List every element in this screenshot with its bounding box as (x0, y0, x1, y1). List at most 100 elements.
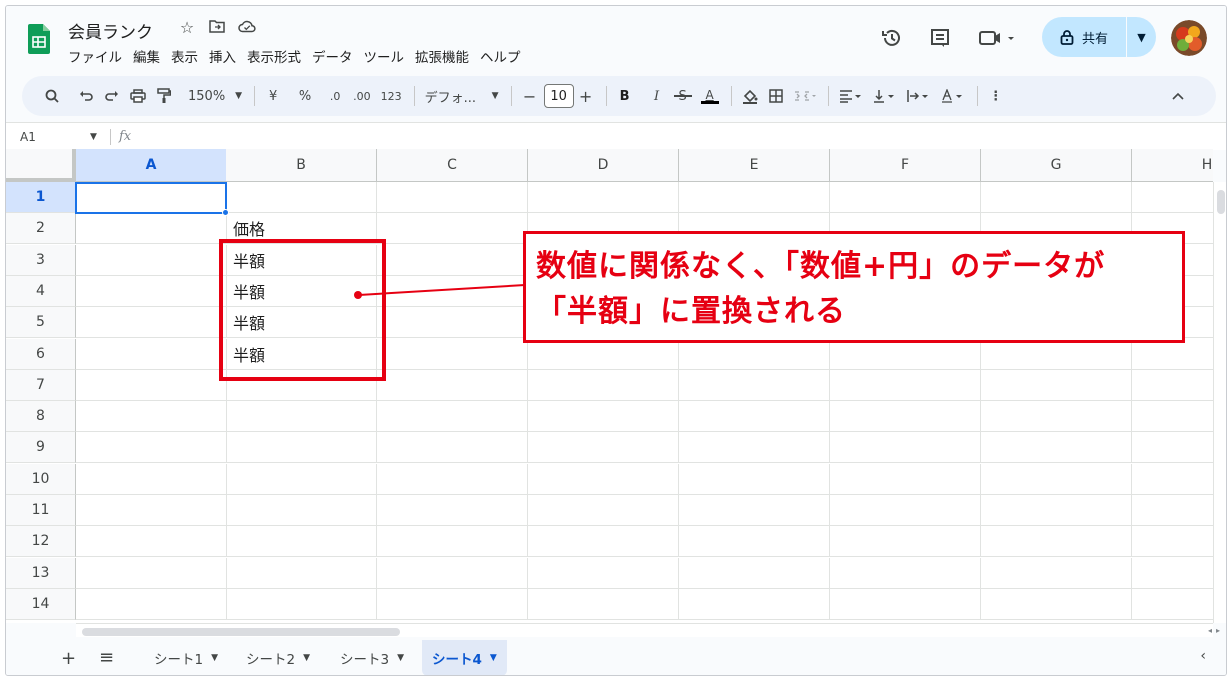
menu-edit[interactable]: 編集 (133, 46, 160, 66)
cell-g7[interactable] (981, 369, 1132, 401)
cell-b11[interactable] (226, 495, 377, 526)
decrease-decimal-button[interactable]: .0 (323, 82, 347, 110)
strikethrough-button[interactable]: S (671, 82, 695, 110)
cell-a12[interactable] (76, 526, 227, 558)
font-size-input[interactable]: 10 (543, 84, 574, 108)
cell-e12[interactable] (679, 526, 830, 558)
cell-b1[interactable] (226, 182, 377, 213)
cell-f7[interactable] (830, 369, 981, 401)
cell-e6[interactable] (679, 338, 830, 370)
menu-format[interactable]: 表示形式 (247, 46, 301, 66)
collapse-menu-icon[interactable] (1166, 82, 1190, 110)
formula-input[interactable] (141, 127, 1226, 147)
cell-d14[interactable] (528, 588, 679, 620)
borders-icon[interactable] (764, 82, 788, 110)
text-wrapping-icon[interactable] (903, 82, 935, 110)
row-header-13[interactable]: 13 (6, 557, 76, 589)
cell-g13[interactable] (981, 557, 1132, 589)
meet-icon[interactable] (976, 24, 1020, 52)
chevron-left-icon[interactable]: ‹ (1200, 648, 1206, 664)
cell-f14[interactable] (830, 588, 981, 620)
scroll-arrows[interactable]: ◂ ▸ (1208, 626, 1220, 635)
version-history-icon[interactable] (878, 24, 906, 52)
cell-h14[interactable] (1132, 589, 1213, 620)
row-header-11[interactable]: 11 (6, 495, 76, 526)
cell-d13[interactable] (528, 557, 679, 589)
share-dropdown-icon[interactable]: ▼ (1127, 31, 1156, 44)
cell-e7[interactable] (679, 369, 830, 401)
cell-b10[interactable] (226, 463, 377, 495)
vertical-scrollbar[interactable] (1213, 182, 1226, 623)
row-header-12[interactable]: 12 (6, 526, 76, 558)
fill-handle[interactable] (222, 209, 229, 216)
cell-grid[interactable]: A B C D E F G H 1 2 価格 3 半額 4 半額 5 半額 6 半額 7 8 9 10 11 12 13 14 (6, 149, 1213, 623)
row-header-1[interactable]: 1 (6, 182, 76, 213)
cell-c5[interactable] (377, 307, 528, 339)
vertical-scroll-thumb[interactable] (1217, 190, 1225, 214)
cell-h11[interactable] (1132, 495, 1213, 526)
cell-c13[interactable] (377, 557, 528, 589)
column-header-e[interactable]: E (679, 149, 830, 182)
cell-d6[interactable] (528, 338, 679, 370)
cell-g1[interactable] (981, 182, 1132, 213)
cell-a9[interactable] (76, 432, 227, 464)
row-header-14[interactable]: 14 (6, 588, 76, 620)
horizontal-align-icon[interactable] (835, 82, 867, 110)
cell-a13[interactable] (76, 557, 227, 589)
font-select[interactable]: デフォ... ▼ (421, 82, 503, 110)
column-header-a[interactable]: A (76, 149, 227, 182)
chevron-down-icon[interactable]: ▼ (211, 653, 218, 663)
cell-f10[interactable] (830, 463, 981, 495)
cell-f1[interactable] (830, 182, 981, 213)
cell-d1[interactable] (528, 182, 679, 213)
cell-g9[interactable] (981, 432, 1132, 464)
sheets-logo-icon[interactable] (28, 24, 50, 54)
cell-h1[interactable] (1132, 182, 1213, 213)
cell-d7[interactable] (528, 369, 679, 401)
cell-d10[interactable] (528, 463, 679, 495)
cell-h12[interactable] (1132, 526, 1213, 558)
italic-button[interactable]: I (645, 82, 669, 110)
menu-data[interactable]: データ (312, 46, 353, 66)
cell-e8[interactable] (679, 401, 830, 433)
comments-icon[interactable] (926, 24, 954, 52)
text-color-button[interactable]: A (697, 82, 723, 110)
cell-e11[interactable] (679, 495, 830, 526)
row-header-6[interactable]: 6 (6, 338, 76, 370)
bold-button[interactable]: B (613, 82, 637, 110)
decrease-font-size-button[interactable]: − (518, 82, 542, 110)
cell-b14[interactable] (226, 588, 377, 620)
cell-e10[interactable] (679, 463, 830, 495)
sheet-tab-2[interactable]: シート2 ▼ (236, 640, 320, 675)
star-icon[interactable]: ☆ (178, 18, 196, 37)
cell-c7[interactable] (377, 369, 528, 401)
all-sheets-icon[interactable]: ≡ (99, 647, 114, 668)
undo-icon[interactable] (74, 82, 98, 110)
cell-c9[interactable] (377, 432, 528, 464)
cell-f13[interactable] (830, 557, 981, 589)
cell-h7[interactable] (1132, 370, 1213, 401)
sheet-tab-3[interactable]: シート3 ▼ (330, 640, 414, 675)
cell-c12[interactable] (377, 526, 528, 558)
row-header-2[interactable]: 2 (6, 213, 76, 245)
cell-e13[interactable] (679, 557, 830, 589)
document-title[interactable]: 会員ランク (68, 18, 153, 43)
name-box[interactable]: A1 (6, 130, 90, 144)
menu-view[interactable]: 表示 (171, 46, 198, 66)
redo-icon[interactable] (100, 82, 124, 110)
scroll-left-icon[interactable]: ◂ (1208, 626, 1212, 635)
cell-c8[interactable] (377, 401, 528, 433)
cell-e1[interactable] (679, 182, 830, 213)
more-options-icon[interactable]: ⋮ (984, 82, 1008, 110)
cell-h6[interactable] (1132, 339, 1213, 370)
cell-f11[interactable] (830, 495, 981, 526)
vertical-align-icon[interactable] (869, 82, 901, 110)
sheet-tab-4[interactable]: シート4 ▼ (422, 640, 507, 675)
move-folder-icon[interactable] (208, 18, 226, 37)
menu-extensions[interactable]: 拡張機能 (415, 46, 469, 66)
row-header-8[interactable]: 8 (6, 401, 76, 433)
row-header-7[interactable]: 7 (6, 369, 76, 401)
cell-a4[interactable] (76, 275, 227, 307)
cell-a2[interactable] (76, 213, 227, 245)
fill-color-icon[interactable] (738, 82, 762, 110)
